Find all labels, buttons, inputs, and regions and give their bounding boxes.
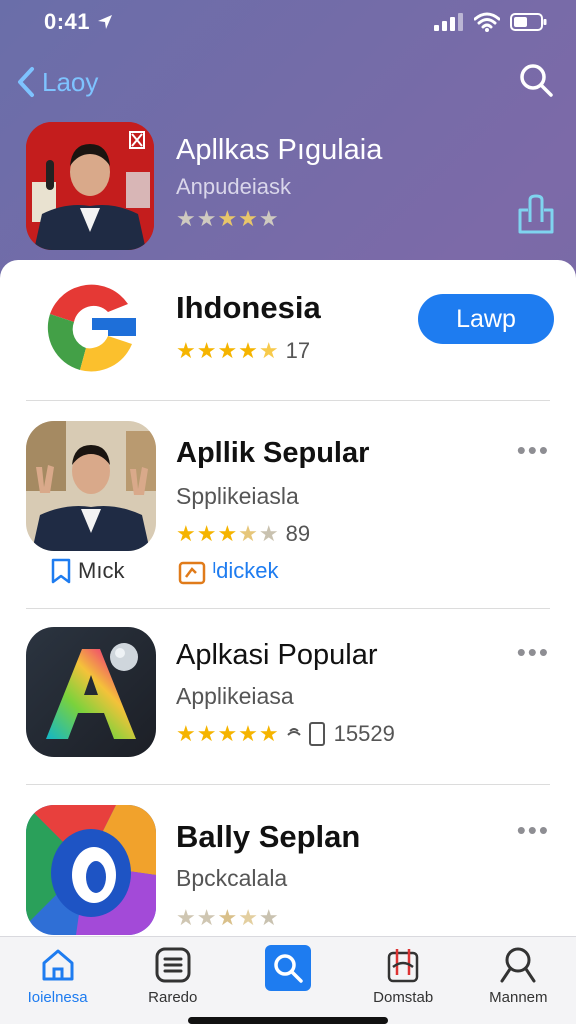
search-icon <box>520 63 553 97</box>
dickek-label: ᴵdickek <box>212 558 279 583</box>
rating-stars: ★★★★★ <box>176 721 280 746</box>
dickek-link[interactable]: ᴵdickek <box>178 557 279 585</box>
share-icon <box>518 194 554 234</box>
app-icon <box>26 805 156 935</box>
list-icon <box>155 947 191 983</box>
home-indicator <box>188 1017 388 1024</box>
rating-stars: ★★★★★ <box>176 521 280 546</box>
app-title: Ihdonesia <box>176 290 321 325</box>
app-title: Bally Seplan <box>176 819 361 854</box>
list-item[interactable]: Aplkasi Popular Applikeiasa ★★★★★ 15529 … <box>0 609 576 784</box>
tab-label: Ioielnesa <box>27 989 88 1006</box>
device-icon <box>286 722 325 746</box>
get-button[interactable]: Lawp <box>418 294 554 344</box>
featured-stars: ★★★★★ <box>176 206 280 231</box>
tool-box-icon <box>179 561 206 585</box>
tools-icon <box>387 949 419 983</box>
list-item[interactable]: Bally Seplan Bpckcalala ★★★★★ ••• <box>0 785 576 940</box>
list-item[interactable]: Ihdonesia ★★★★★ 17 Lawp <box>0 260 576 400</box>
app-icon <box>26 627 156 757</box>
featured-title: Apllkas Pıgulaia <box>176 134 383 166</box>
app-list: Ihdonesia ★★★★★ 17 Lawp Apllik Sepular S… <box>0 260 576 940</box>
app-rating: ★★★★★ 17 <box>176 338 310 364</box>
mick-label: Mıck <box>78 558 125 583</box>
a-letter-icon <box>26 627 156 757</box>
app-rating: ★★★★★ 15529 <box>176 721 395 747</box>
tab-bar: Ioielnesa Raredo Domstab Mannem <box>0 936 576 1024</box>
wifi-icon <box>474 12 500 32</box>
back-label: Laoy <box>42 66 99 97</box>
app-rating: ★★★★★ <box>176 905 280 931</box>
status-bar: 0:41 <box>0 0 576 44</box>
tab-label: Mannem <box>489 989 548 1006</box>
location-arrow-icon <box>98 15 113 29</box>
status-icons <box>434 12 548 32</box>
app-subtitle: Spplikeiasla <box>176 483 299 509</box>
featured-subtitle: Anpudeiask <box>176 174 291 199</box>
tab-label: Domstab <box>373 989 434 1006</box>
featured-app-icon <box>26 122 154 250</box>
more-options-button[interactable]: ••• <box>517 815 550 846</box>
magnifier-icon <box>500 947 536 983</box>
tab-search[interactable] <box>233 945 343 995</box>
back-button[interactable]: Laoy <box>16 66 98 98</box>
rating-stars: ★★★★★ <box>176 338 280 363</box>
app-title: Aplkasi Popular <box>176 639 378 671</box>
rating-count: 15529 <box>333 721 395 746</box>
person-photo-icon <box>26 122 154 250</box>
more-options-button[interactable]: ••• <box>517 637 550 668</box>
app-title: Apllik Sepular <box>176 437 370 469</box>
o-logo-icon <box>26 805 156 935</box>
app-subtitle: Applikeiasa <box>176 683 294 709</box>
bookmark-icon <box>51 558 71 584</box>
list-item[interactable]: Apllik Sepular Spplikeiasla ★★★★★ 89 •••… <box>0 401 576 607</box>
rating-count: 89 <box>285 521 311 546</box>
status-time: 0:41 <box>44 9 114 35</box>
battery-icon <box>510 13 547 31</box>
share-button[interactable] <box>516 192 556 241</box>
search-tab-box <box>264 945 311 991</box>
tab-domstab[interactable]: Domstab <box>348 945 458 1006</box>
app-icon <box>26 421 156 551</box>
tab-raredo[interactable]: Raredo <box>118 945 228 1006</box>
app-actions: Mıck ᴵdickek <box>50 557 279 585</box>
search-icon <box>274 954 303 983</box>
time-text: 0:41 <box>44 9 91 34</box>
rating-stars: ★★★★★ <box>176 905 280 930</box>
rating-count: 17 <box>285 338 311 363</box>
app-rating: ★★★★★ 89 <box>176 521 310 547</box>
nav-bar: Laoy <box>0 56 576 108</box>
home-icon <box>42 949 74 981</box>
person-photo-icon <box>26 421 156 551</box>
g-logo-icon <box>40 274 140 374</box>
app-subtitle: Bpckcalala <box>176 865 288 891</box>
tab-mannem[interactable]: Mannem <box>463 945 573 1006</box>
mick-link[interactable]: Mıck <box>50 558 124 584</box>
tab-home[interactable]: Ioielnesa <box>3 945 113 1006</box>
search-button[interactable] <box>518 62 554 103</box>
tab-label: Raredo <box>148 989 198 1006</box>
chevron-left-icon <box>18 67 34 97</box>
more-options-button[interactable]: ••• <box>517 435 550 466</box>
signal-icon <box>434 13 463 31</box>
featured-app[interactable]: Apllkas Pıgulaia Anpudeiask ★★★★★ <box>26 122 556 252</box>
